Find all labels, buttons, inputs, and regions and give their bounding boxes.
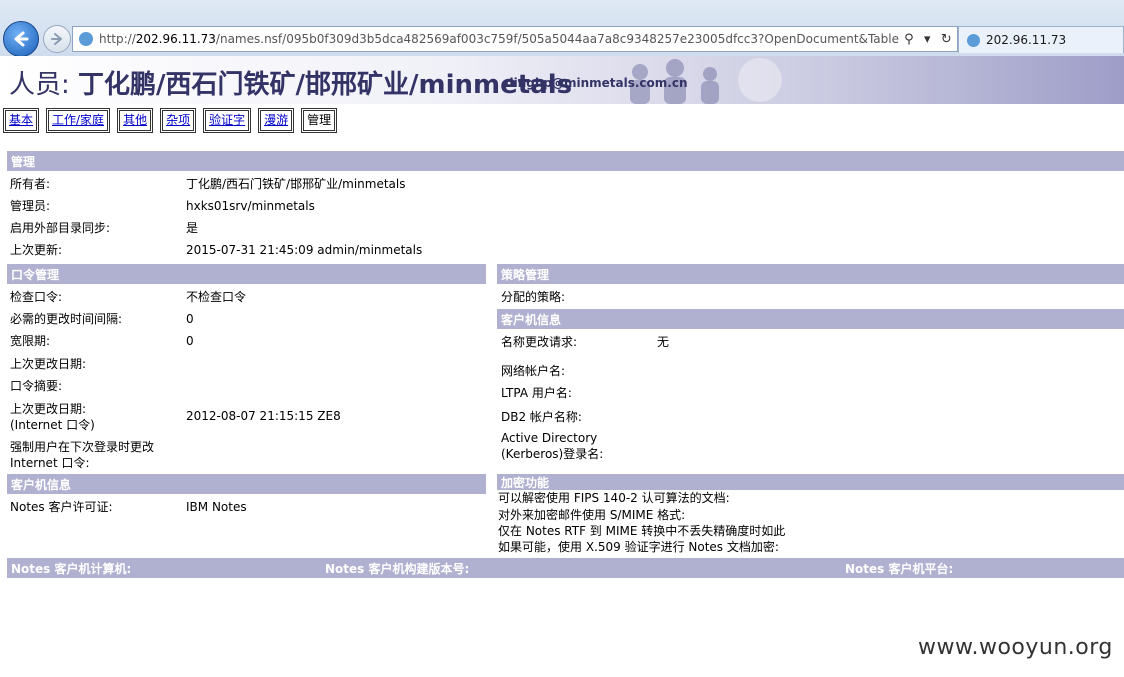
client-computer-label: Notes 客户机计算机: [11,562,132,576]
page-title: 人员: 丁化鹏/西石门铁矿/邯邢矿业/minmetals [9,64,572,101]
administrator-value: hxks01srv/minmetals [186,199,315,213]
tab-roaming[interactable]: 漫游 [258,108,295,133]
browser-tab[interactable]: 202.96.11.73 [958,26,1124,53]
form-tabs: 基本 工作/家庭 其他 杂项 验证字 漫游 管理 [3,108,338,133]
tab-label: 杂项 [166,113,191,127]
client-machine-bar: Notes 客户机计算机: Notes 客户机构建版本号: Notes 客户机平… [7,558,1124,578]
active-directory-label-2: (Kerberos)登录名: [501,447,604,461]
person-name: 丁化鹏/西石门铁矿/邯邢矿业/minmetals [78,70,573,100]
tab-label: 管理 [307,113,332,127]
policy-section-header: 策略管理 [497,264,1124,284]
refresh-icon[interactable]: ↻ [941,32,952,47]
smime-format-label: 对外来加密邮件使用 S/MIME 格式: [498,508,686,522]
x509-encrypt-label: 如果可能，使用 X.509 验证字进行 Notes 文档加密: [498,540,779,554]
tab-basic[interactable]: 基本 [3,108,40,133]
address-url[interactable]: http://202.96.11.73/names.nsf/095b0f309d… [99,32,899,46]
owner-label: 所有者: [10,177,51,191]
grace-period-label: 宽限期: [10,334,51,348]
admin-section-header: 管理 [7,151,1124,171]
tab-certificates[interactable]: 验证字 [203,108,252,133]
tab-work-home[interactable]: 工作/家庭 [46,108,111,133]
last-change-date-label: 上次更改日期: [10,357,87,371]
tab-administration[interactable]: 管理 [301,108,338,133]
active-directory-label-1: Active Directory [501,431,598,445]
forward-arrow-icon [51,33,62,45]
check-password-label: 检查口令: [10,290,63,304]
encryption-header: 加密功能 [497,474,1124,490]
client-platform-label: Notes 客户机平台: [845,562,954,576]
url-path: /names.nsf/095b0f309d3b5dca482569af003c7… [215,32,899,46]
rtf-mime-label: 仅在 Notes RTF 到 MIME 转换中不丢失精确度时如此 [498,524,786,538]
client-info-header: 客户机信息 [497,309,1124,329]
client-license-header: 客户机信息 [7,474,486,494]
person-email: dinghp@minmetals.com.cn [505,76,688,90]
external-sync-value: 是 [186,221,199,235]
tab-label: 验证字 [209,113,246,127]
rename-request-value: 无 [657,335,670,349]
tab-label: 工作/家庭 [52,113,105,127]
search-icon[interactable]: ⚲ [904,32,914,47]
internet-last-change-label-2: (Internet 口令) [10,418,95,432]
forward-button[interactable] [43,25,71,53]
password-section-header: 口令管理 [7,264,486,284]
client-license-label: Notes 客户许可证: [10,500,113,514]
change-interval-value: 0 [186,312,194,326]
internet-last-change-label-1: 上次更改日期: [10,402,87,416]
last-updated-label: 上次更新: [10,243,63,257]
tab-other[interactable]: 其他 [117,108,154,133]
fips-decrypt-label: 可以解密使用 FIPS 140-2 认可算法的文档: [498,491,730,505]
owner-value: 丁化鹏/西石门铁矿/邯邢矿业/minmetals [186,177,406,191]
force-change-label-2: Internet 口令: [10,456,90,470]
title-lead: 人员: [9,70,79,100]
tab-misc[interactable]: 杂项 [160,108,197,133]
external-sync-label: 启用外部目录同步: [10,221,111,235]
db2-account-label: DB2 帐户名称: [501,410,582,424]
internet-last-change-value: 2012-08-07 21:15:15 ZE8 [186,409,341,423]
url-scheme: http:// [99,32,136,46]
rename-request-label: 名称更改请求: [501,335,578,349]
ltpa-username-label: LTPA 用户名: [501,386,572,400]
assigned-policy-label: 分配的策略: [501,290,566,304]
dropdown-icon[interactable]: ▾ [924,32,931,47]
back-arrow-icon [14,31,29,47]
change-interval-label: 必需的更改时间间隔: [10,312,123,326]
client-build-label: Notes 客户机构建版本号: [325,562,470,576]
last-updated-value: 2015-07-31 21:45:09 admin/minmetals [186,243,423,257]
tab-title: 202.96.11.73 [986,33,1067,47]
grace-period-value: 0 [186,334,194,348]
check-password-value: 不检查口令 [186,290,247,304]
browser-chrome: http://202.96.11.73/names.nsf/095b0f309d… [0,0,1124,57]
administrator-label: 管理员: [10,199,51,213]
password-digest-label: 口令摘要: [10,379,63,393]
tab-label: 漫游 [264,113,289,127]
client-license-value: IBM Notes [186,500,247,514]
watermark: www.wooyun.org [918,635,1113,660]
force-change-label-1: 强制用户在下次登录时更改 [10,440,155,454]
tab-globe-icon [967,33,980,47]
tab-label: 基本 [9,113,34,127]
back-button[interactable] [3,21,39,57]
url-host: 202.96.11.73 [135,32,216,46]
page-banner: 人员: 丁化鹏/西石门铁矿/邯邢矿业/minmetals dinghp@minm… [0,56,1124,104]
network-account-label: 网络帐户名: [501,364,566,378]
tab-label: 其他 [123,113,148,127]
address-bar[interactable]: http://202.96.11.73/names.nsf/095b0f309d… [72,26,958,52]
page-globe-icon [79,32,93,46]
